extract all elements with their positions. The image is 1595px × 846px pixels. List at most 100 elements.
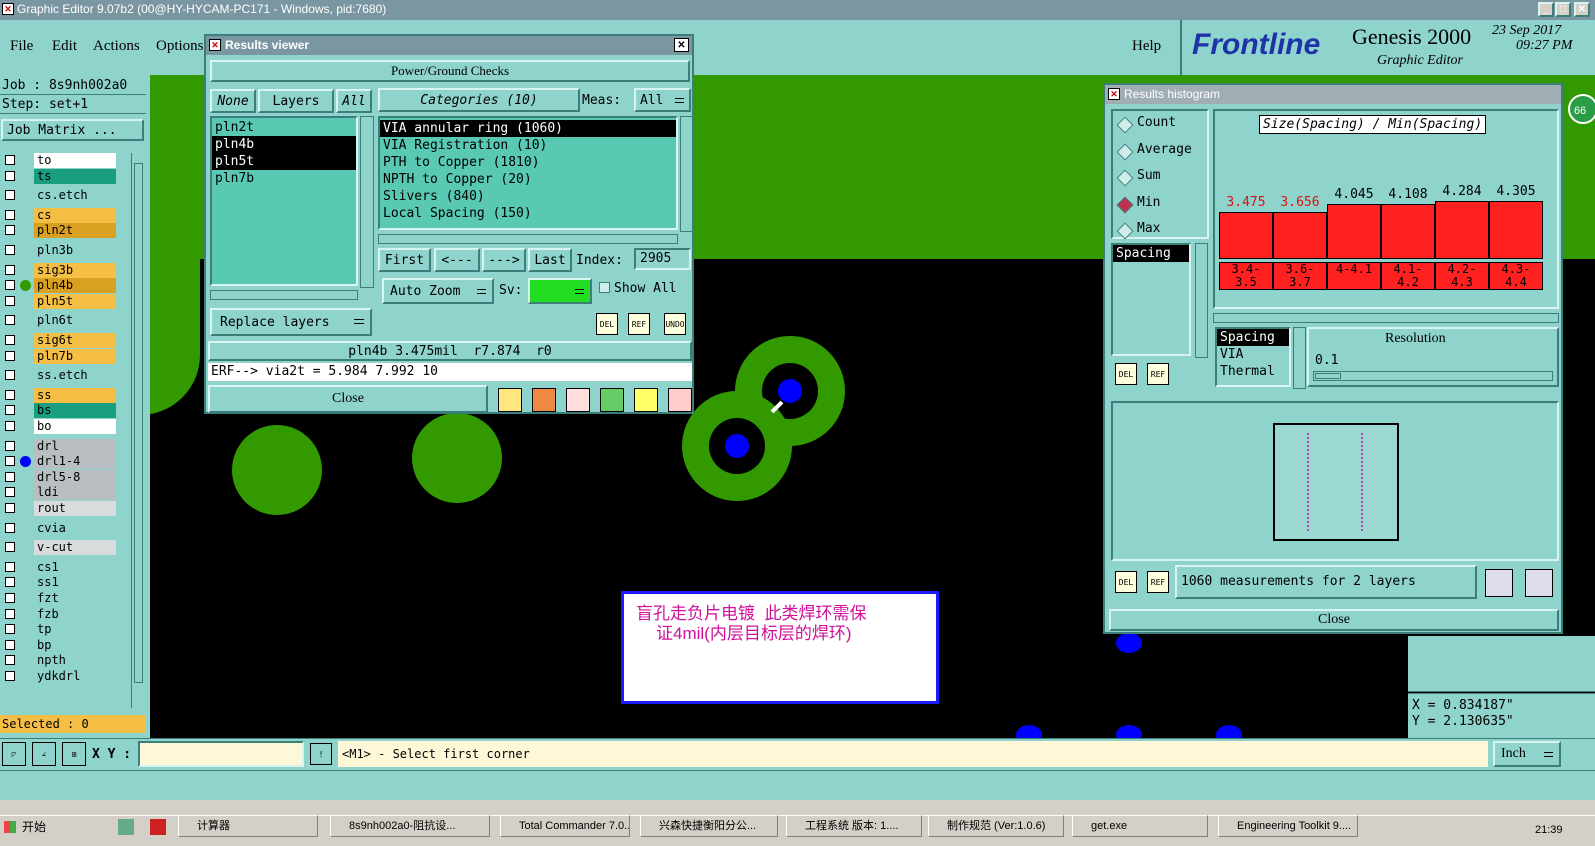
stat-radio-min[interactable] (1116, 196, 1134, 213)
layer-name[interactable]: pln5t (34, 293, 116, 309)
layer-name[interactable]: ts (34, 168, 116, 184)
grid-icon[interactable]: ⊞ (62, 742, 86, 766)
layer-name[interactable]: sig3b (34, 262, 116, 278)
minimize-button[interactable]: _ (1538, 2, 1554, 17)
category-item[interactable]: Slivers (840) (380, 188, 676, 205)
pdf-icon[interactable] (150, 819, 166, 835)
taskbar-item[interactable]: 制作规范 (Ver:1.0.6) (928, 815, 1064, 837)
layer-row[interactable]: cvia (2, 520, 116, 536)
results-layer-list[interactable]: pln2t pln4b pln5t pln7b (210, 116, 358, 286)
histogram-bar[interactable] (1381, 204, 1435, 259)
layer-checkbox[interactable] (5, 350, 15, 361)
stat-radio-count[interactable] (1116, 116, 1134, 134)
layer-checkbox[interactable] (5, 503, 15, 513)
layer-checkbox[interactable] (5, 370, 15, 381)
layer-checkbox[interactable] (5, 655, 15, 666)
layer-row[interactable]: drl5-8 (2, 469, 116, 485)
taskbar-item[interactable]: 工程系统 版本: 1.... (786, 815, 922, 837)
layer-checkbox[interactable] (5, 456, 15, 467)
layer-row[interactable]: tp (2, 622, 116, 638)
layer-checkbox[interactable] (5, 389, 15, 400)
layer-name[interactable]: pln2t (34, 223, 116, 239)
category-item[interactable]: PTH to Copper (1810) (380, 154, 676, 171)
layer-row[interactable]: ydkdrl (2, 669, 116, 684)
ref-delete-icon[interactable] (566, 388, 590, 412)
ref-icon[interactable]: REF (1147, 363, 1169, 385)
layer-name[interactable]: drl5-8 (34, 469, 116, 485)
layer-name[interactable]: sig6t (34, 333, 116, 348)
categories-scrollbar[interactable] (680, 116, 693, 232)
layer-checkbox[interactable] (5, 577, 15, 588)
layer-row[interactable]: to (2, 153, 116, 168)
layer-checkbox[interactable] (5, 264, 15, 275)
taskbar-item[interactable]: Engineering Toolkit 9.... (1218, 815, 1358, 837)
result-layer-item[interactable]: pln2t (212, 119, 356, 136)
next-button[interactable]: ---> (482, 248, 526, 272)
layer-checkbox[interactable] (5, 225, 15, 236)
categories-hscroll[interactable] (378, 234, 678, 244)
layer-row[interactable]: cs.etch (2, 188, 116, 204)
close-window-button[interactable]: ✕ (1574, 2, 1590, 17)
layer-checkbox[interactable] (5, 315, 15, 326)
layer-row[interactable]: pln2t (2, 223, 116, 239)
layer-checkbox[interactable] (5, 639, 15, 650)
taskbar-item[interactable]: get.exe (1072, 815, 1208, 837)
layer-row[interactable]: rout (2, 501, 116, 516)
type-list[interactable]: Spacing VIA Thermal (1215, 327, 1291, 387)
layer-row[interactable]: cs1 (2, 559, 116, 575)
layer-row[interactable]: v-cut (2, 540, 116, 556)
layer-row[interactable]: sig3b (2, 262, 116, 278)
histogram-bar[interactable] (1327, 204, 1381, 259)
layer-name[interactable]: bo (34, 419, 116, 434)
show-all-checkbox[interactable] (599, 282, 610, 293)
layer-checkbox[interactable] (5, 245, 15, 255)
histogram-bar[interactable] (1435, 201, 1489, 259)
result-layer-item[interactable]: pln5t (212, 153, 356, 170)
layer-name[interactable]: v-cut (34, 540, 116, 556)
layer-row[interactable]: ts (2, 168, 116, 184)
notification-badge[interactable]: 66 (1568, 94, 1595, 124)
layer-checkbox[interactable] (5, 295, 15, 306)
layer-row[interactable]: pln3b (2, 243, 116, 258)
result-layer-item[interactable]: pln7b (212, 170, 356, 187)
chart-hscroll[interactable] (1213, 313, 1559, 323)
layer-checkbox[interactable] (5, 440, 15, 451)
layer-row[interactable]: pln7b (2, 348, 116, 364)
layer-name[interactable]: drl1-4 (34, 454, 116, 470)
histogram-bar[interactable] (1273, 212, 1327, 259)
layer-name[interactable]: ldi (34, 485, 116, 501)
export-icon[interactable] (1485, 569, 1513, 597)
layer-checkbox[interactable] (5, 593, 15, 603)
prev-button[interactable]: <--- (434, 248, 480, 272)
layer-name[interactable]: pln7b (34, 348, 116, 364)
layer-name[interactable]: rout (34, 501, 116, 516)
spacing-list-top[interactable]: Spacing (1111, 243, 1191, 356)
sv-color-select[interactable] (528, 278, 592, 304)
layer-row[interactable]: ss (2, 387, 116, 403)
layer-name[interactable]: to (34, 153, 116, 168)
menu-options[interactable]: Options (156, 38, 204, 55)
stat-radio-average[interactable] (1116, 143, 1134, 160)
results-viewer-close-x[interactable]: ✕ (674, 38, 689, 52)
taskbar-item[interactable]: 兴森快捷衡阳分公... (640, 815, 778, 837)
layer-row[interactable]: bo (2, 419, 116, 434)
index-field[interactable]: 2905 (634, 248, 691, 270)
layer-checkbox[interactable] (5, 335, 15, 345)
stat-radio-sum[interactable] (1116, 169, 1134, 187)
layer-checkbox[interactable] (5, 280, 15, 291)
layer-name[interactable]: bs (34, 403, 116, 419)
layer-checkbox[interactable] (5, 170, 15, 181)
layer-row[interactable]: npth (2, 653, 116, 669)
histogram-bar[interactable] (1219, 212, 1273, 259)
layer-name[interactable]: pln4b (34, 278, 116, 294)
spacing-list-scrollbar[interactable] (1195, 243, 1208, 358)
layer-name[interactable]: fzb (34, 606, 116, 622)
last-button[interactable]: Last (528, 248, 572, 272)
print-icon[interactable] (1525, 569, 1553, 597)
del-icon[interactable]: DEL (1115, 363, 1137, 385)
menu-file[interactable]: File (10, 38, 33, 55)
number-icon[interactable] (600, 388, 624, 412)
category-item[interactable]: NPTH to Copper (20) (380, 171, 676, 188)
layer-row[interactable]: sig6t (2, 333, 116, 348)
layer-row[interactable]: fzt (2, 591, 116, 606)
